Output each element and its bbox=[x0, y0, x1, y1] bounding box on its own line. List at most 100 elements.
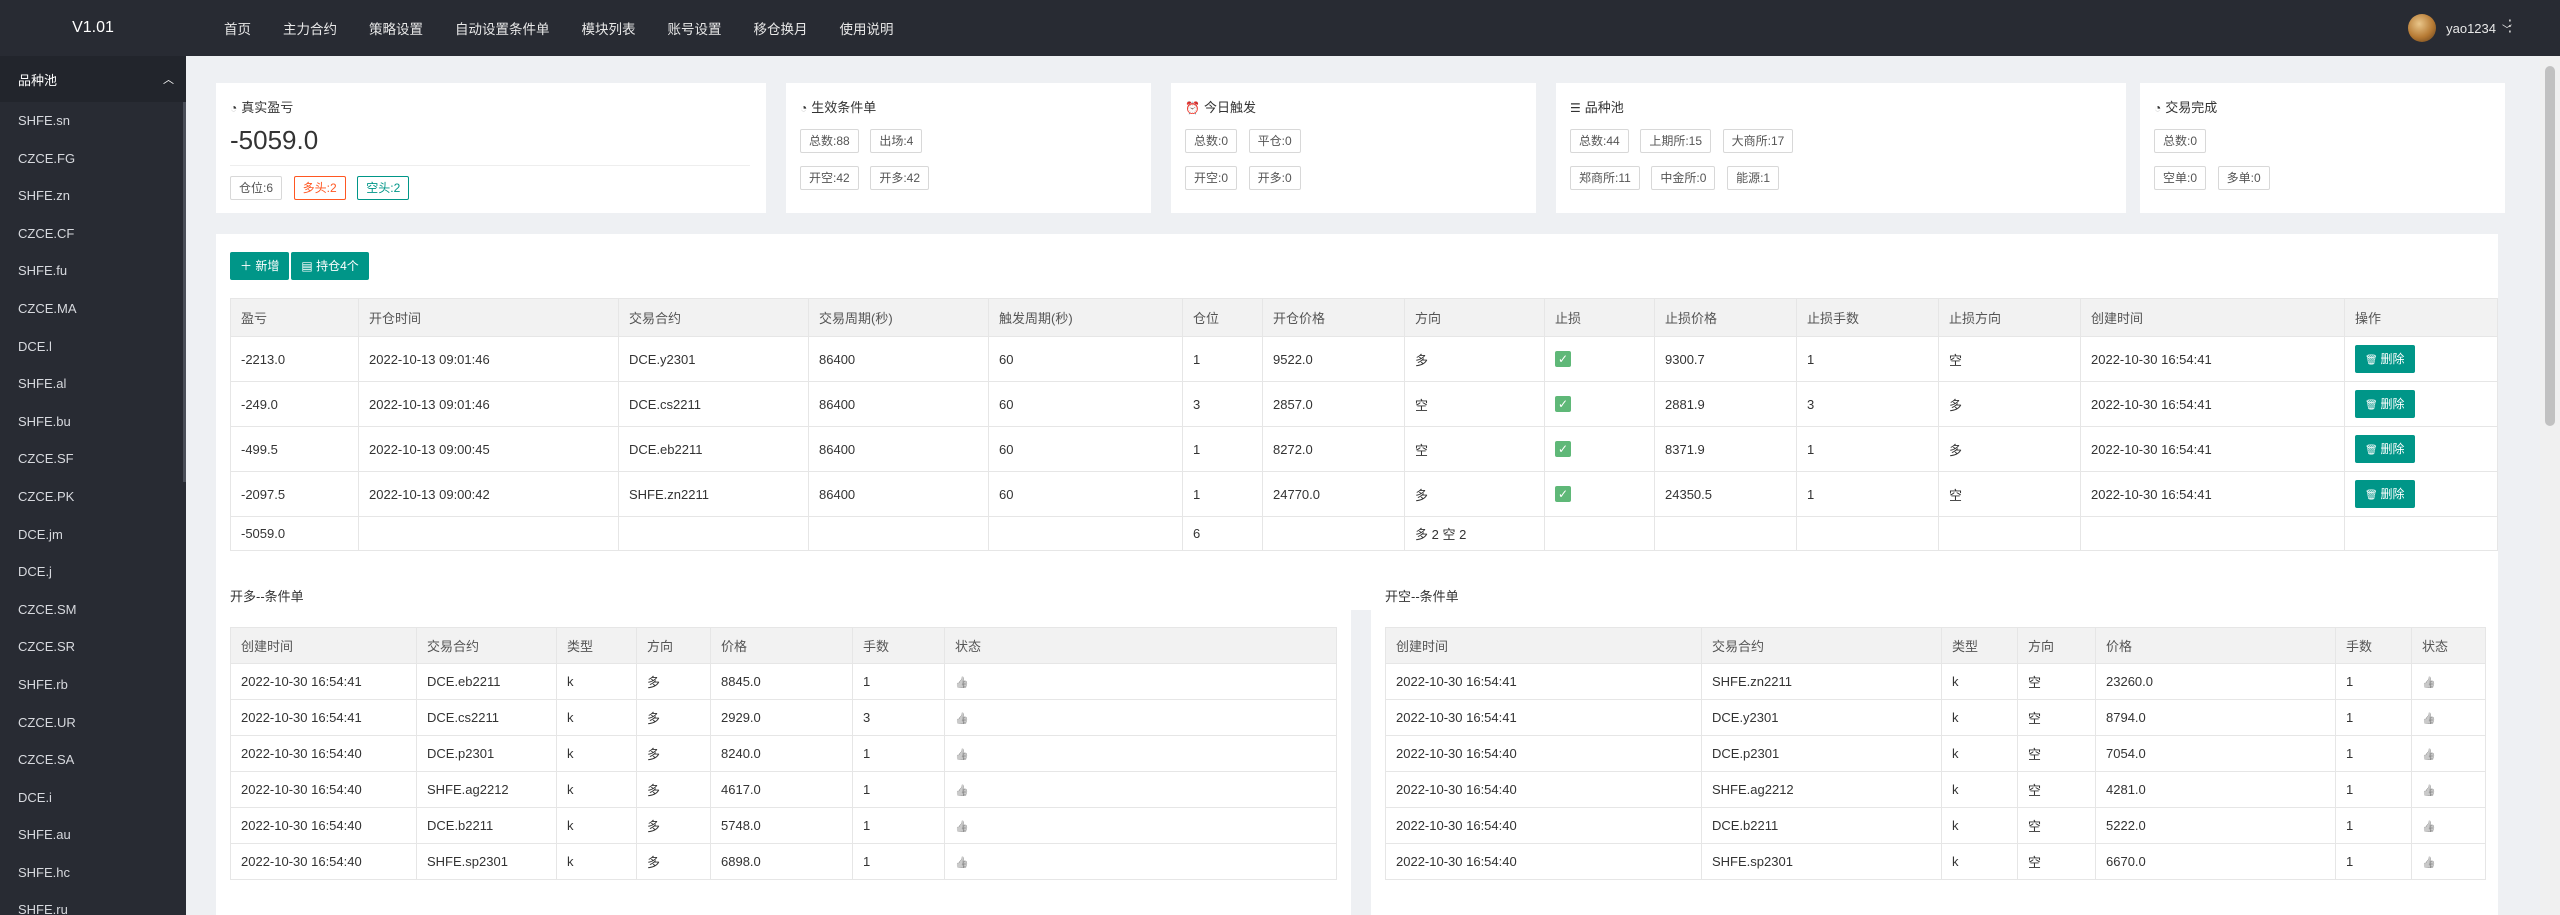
table-cell: k bbox=[1941, 699, 2018, 736]
table-cell: 3 bbox=[1182, 381, 1263, 427]
nav-item[interactable]: 模块列表 bbox=[582, 18, 636, 38]
tag-open-long: 开多:42 bbox=[870, 166, 929, 190]
table-row: 2022-10-30 16:54:40 SHFE.sp2301 k 空 6670.0 1 👍 bbox=[1385, 843, 2486, 880]
sidebar-item[interactable]: CZCE.UR bbox=[0, 704, 186, 742]
sidebar-item[interactable]: SHFE.sn bbox=[0, 102, 186, 140]
delete-button[interactable]: 🗑 删除 bbox=[2355, 435, 2415, 463]
nav-item[interactable]: 账号设置 bbox=[668, 18, 722, 38]
sidebar-item[interactable]: CZCE.SA bbox=[0, 741, 186, 779]
table-cell: 多 bbox=[636, 699, 711, 736]
sidebar-item[interactable]: SHFE.fu bbox=[0, 252, 186, 290]
table-cell: 空 bbox=[2017, 807, 2096, 844]
sidebar-item[interactable]: CZCE.SR bbox=[0, 628, 186, 666]
hold-button[interactable]: ▤ 持仓4个 bbox=[291, 252, 369, 280]
thumbs-up-icon[interactable]: 👍 bbox=[955, 785, 969, 797]
summary-cell: 多 2 空 2 bbox=[1404, 516, 1545, 551]
table-cell: 6670.0 bbox=[2095, 843, 2336, 880]
sidebar-item[interactable]: SHFE.al bbox=[0, 365, 186, 403]
stat-card-conditions: ◔ 生效条件单 总数:88 出场:4 开空:42 开多:42 bbox=[786, 83, 1151, 213]
sidebar-item[interactable]: CZCE.FG bbox=[0, 140, 186, 178]
table-cell: DCE.p2301 bbox=[1701, 735, 1942, 772]
table-cell: 2022-10-30 16:54:41 bbox=[230, 699, 417, 736]
delete-button[interactable]: 🗑 删除 bbox=[2355, 345, 2415, 373]
table-cell: 1 bbox=[852, 807, 945, 844]
nav-item[interactable]: 自动设置条件单 bbox=[455, 18, 550, 38]
sidebar-item[interactable]: CZCE.CF bbox=[0, 215, 186, 253]
table-cell: ✓ bbox=[1544, 336, 1655, 382]
nav-item[interactable]: 首页 bbox=[224, 18, 251, 38]
alarm-icon: ⏰ bbox=[1185, 101, 1200, 115]
thumbs-up-icon[interactable]: 👍 bbox=[2422, 785, 2436, 797]
status-cell: 👍 bbox=[944, 699, 1337, 736]
thumbs-up-icon[interactable]: 👍 bbox=[2422, 677, 2436, 689]
tag-short: 空头:2 bbox=[357, 176, 410, 200]
table-cell: DCE.cs2211 bbox=[618, 381, 809, 427]
avatar bbox=[2408, 14, 2437, 42]
sidebar-item[interactable]: CZCE.SM bbox=[0, 591, 186, 629]
table-cell: 60 bbox=[988, 381, 1183, 427]
top-nav: 首页 主力合约 策略设置 自动设置条件单 模块列表 账号设置 移仓换月 使用说明 bbox=[186, 18, 926, 38]
table-cell: k bbox=[1941, 771, 2018, 808]
stat-profit-tags: 仓位:6 多头:2 空头:2 bbox=[230, 176, 417, 200]
sidebar-item[interactable]: DCE.j bbox=[0, 553, 186, 591]
table-cell: 空 bbox=[1404, 426, 1545, 472]
table-cell: k bbox=[556, 663, 637, 700]
user-menu[interactable]: yao1234 ﹀ bbox=[2408, 0, 2512, 56]
summary-cell bbox=[988, 516, 1183, 551]
table-cell: 1 bbox=[2335, 843, 2412, 880]
stat-profit-value: -5059.0 bbox=[230, 125, 319, 155]
sidebar-item[interactable]: CZCE.SF bbox=[0, 440, 186, 478]
nav-item[interactable]: 主力合约 bbox=[283, 18, 337, 38]
summary-cell bbox=[618, 516, 809, 551]
table-cell: 8272.0 bbox=[1262, 426, 1405, 472]
table-cell: 多 bbox=[636, 735, 711, 772]
add-button[interactable]: ＋ 新增 bbox=[230, 252, 290, 280]
table-cell: 多 bbox=[1404, 471, 1545, 517]
thumbs-up-icon[interactable]: 👍 bbox=[2422, 713, 2436, 725]
sidebar-pool-header[interactable]: 品种池 ︿ bbox=[0, 56, 186, 102]
table-cell: DCE.p2301 bbox=[416, 735, 557, 772]
nav-item[interactable]: 使用说明 bbox=[840, 18, 894, 38]
table-cell: 多 bbox=[636, 843, 711, 880]
sidebar-item[interactable]: SHFE.au bbox=[0, 816, 186, 854]
sidebar-item[interactable]: SHFE.zn bbox=[0, 177, 186, 215]
thumbs-up-icon[interactable]: 👍 bbox=[2422, 821, 2436, 833]
delete-button[interactable]: 🗑 删除 bbox=[2355, 480, 2415, 508]
sidebar-item[interactable]: DCE.l bbox=[0, 328, 186, 366]
sidebar-item[interactable]: CZCE.MA bbox=[0, 290, 186, 328]
sidebar-item[interactable]: SHFE.ru bbox=[0, 891, 186, 915]
table-cell: 1 bbox=[2335, 807, 2412, 844]
delete-button[interactable]: 🗑 删除 bbox=[2355, 390, 2415, 418]
more-vertical-icon[interactable]: ⋮ bbox=[2502, 16, 2518, 36]
stop-loss-checkbox[interactable]: ✓ bbox=[1555, 441, 1571, 457]
thumbs-up-icon[interactable]: 👍 bbox=[955, 749, 969, 761]
thumbs-up-icon[interactable]: 👍 bbox=[2422, 857, 2436, 869]
thumbs-up-icon[interactable]: 👍 bbox=[955, 677, 969, 689]
table-cell: 3 bbox=[852, 699, 945, 736]
sidebar-item[interactable]: SHFE.bu bbox=[0, 403, 186, 441]
stop-loss-checkbox[interactable]: ✓ bbox=[1555, 486, 1571, 502]
thumbs-up-icon[interactable]: 👍 bbox=[955, 713, 969, 725]
thumbs-up-icon[interactable]: 👍 bbox=[955, 857, 969, 869]
sidebar-item[interactable]: SHFE.hc bbox=[0, 854, 186, 892]
nav-item[interactable]: 策略设置 bbox=[369, 18, 423, 38]
thumbs-up-icon[interactable]: 👍 bbox=[2422, 749, 2436, 761]
thumbs-up-icon[interactable]: 👍 bbox=[955, 821, 969, 833]
scrollbar-thumb[interactable] bbox=[2545, 66, 2555, 426]
table-row: 2022-10-30 16:54:40 DCE.p2301 k 多 8240.0 1 👍 bbox=[230, 735, 1337, 772]
table-cell: 多 bbox=[1938, 381, 2081, 427]
nav-item[interactable]: 移仓换月 bbox=[754, 18, 808, 38]
sidebar-item[interactable]: DCE.i bbox=[0, 779, 186, 817]
table-cell: 6898.0 bbox=[710, 843, 853, 880]
main-scrollbar[interactable] bbox=[2540, 56, 2560, 915]
stop-loss-checkbox[interactable]: ✓ bbox=[1555, 351, 1571, 367]
table-cell: SHFE.ag2212 bbox=[416, 771, 557, 808]
column-header: 止损 bbox=[1544, 298, 1655, 337]
main-content: ◔ 真实盈亏 -5059.0 仓位:6 多头:2 空头:2 ◔ 生效条件单 总数:8… bbox=[186, 56, 2540, 915]
sidebar-item[interactable]: CZCE.PK bbox=[0, 478, 186, 516]
sidebar-item[interactable]: SHFE.rb bbox=[0, 666, 186, 704]
stop-loss-checkbox[interactable]: ✓ bbox=[1555, 396, 1571, 412]
sidebar-item[interactable]: DCE.jm bbox=[0, 516, 186, 554]
long-conditions-title: 开多--条件单 bbox=[230, 589, 304, 604]
table-row: 2022-10-30 16:54:41 SHFE.zn2211 k 空 23260.0 1… bbox=[1385, 663, 2486, 700]
